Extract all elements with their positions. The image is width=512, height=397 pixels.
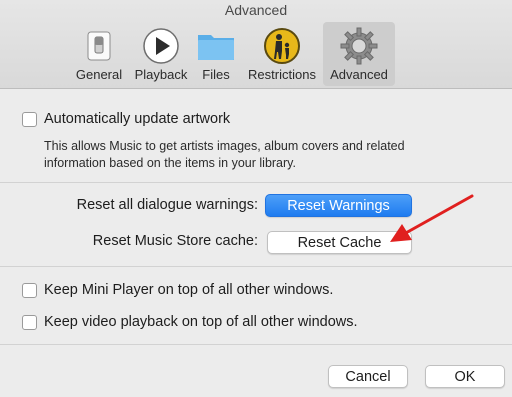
divider (0, 344, 512, 345)
gear-icon (340, 27, 378, 65)
cancel-button[interactable]: Cancel (328, 365, 408, 388)
tab-playback[interactable]: Playback (130, 22, 192, 86)
tab-label: Playback (134, 67, 188, 82)
tab-label: General (75, 67, 123, 82)
reset-warnings-label: Reset all dialogue warnings: (76, 197, 258, 213)
artwork-description-line1: This allows Music to get artists images,… (44, 139, 405, 153)
tab-files[interactable]: Files (194, 22, 238, 86)
video-on-top-label: Keep video playback on top of all other … (44, 314, 358, 330)
artwork-description-line2: information based on the items in your l… (44, 156, 296, 170)
divider (0, 182, 512, 183)
folder-icon (198, 35, 234, 60)
mini-player-on-top-checkbox[interactable] (22, 283, 37, 298)
window-title: Advanced (224, 2, 288, 18)
switch-icon (87, 31, 111, 61)
tab-label: Advanced (330, 67, 388, 82)
auto-update-artwork-label: Automatically update artwork (44, 111, 231, 127)
tab-label: Restrictions (248, 67, 316, 82)
video-on-top-checkbox[interactable] (22, 315, 37, 330)
tab-general[interactable]: General (72, 22, 126, 86)
tab-restrictions[interactable]: Restrictions (243, 22, 321, 86)
reset-cache-label: Reset Music Store cache: (92, 233, 258, 249)
divider (0, 266, 512, 267)
mini-player-on-top-label: Keep Mini Player on top of all other win… (44, 282, 334, 298)
preferences-toolbar: Advanced General Playback Files Restrict… (0, 0, 512, 89)
auto-update-artwork-checkbox[interactable] (22, 112, 37, 127)
annotation-arrow-icon (390, 194, 474, 242)
parental-icon (264, 28, 300, 64)
tab-label: Files (202, 67, 230, 82)
ok-button[interactable]: OK (425, 365, 505, 388)
play-icon (143, 28, 179, 64)
tab-advanced[interactable]: Advanced (323, 22, 395, 86)
